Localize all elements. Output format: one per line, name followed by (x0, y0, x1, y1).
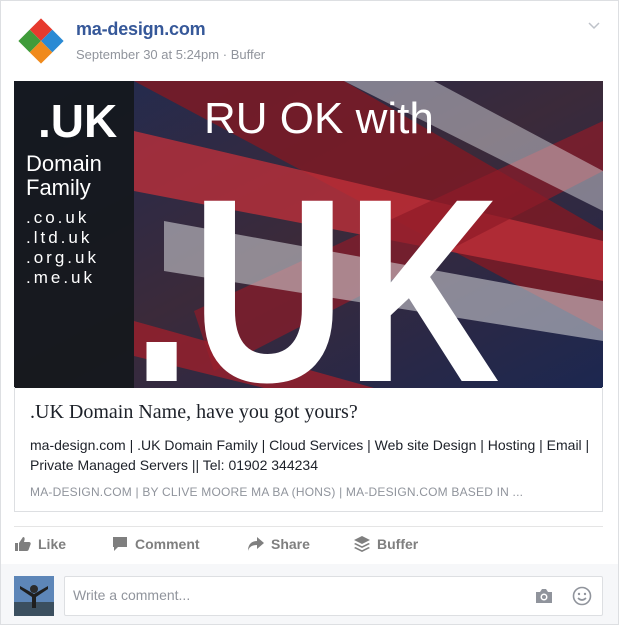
link-description: ma-design.com | .UK Domain Family | Clou… (30, 437, 590, 473)
comment-input[interactable] (71, 586, 515, 604)
hero-big-uk: .UK (132, 144, 500, 388)
link-preview-box[interactable]: .UK Domain Name, have you got yours? ma-… (14, 387, 603, 512)
buffer-button[interactable]: Buffer (353, 535, 418, 553)
hero-family-line2: Family (26, 175, 91, 200)
camera-icon[interactable] (534, 587, 554, 605)
emoji-icon[interactable] (572, 586, 592, 606)
hero-ext: .me.uk (26, 268, 95, 287)
hero-ext: .co.uk (26, 208, 89, 227)
hero-ext: .org.uk (26, 248, 99, 267)
hero-badge: .UK (38, 95, 117, 147)
page-name-link[interactable]: ma-design.com (76, 19, 206, 40)
post-via[interactable]: Buffer (231, 47, 265, 62)
user-avatar[interactable] (14, 576, 54, 616)
action-bar: Like Comment Share Buffer (14, 531, 603, 561)
hero-ext: .ltd.uk (26, 228, 92, 247)
comment-button[interactable]: Comment (111, 535, 200, 553)
like-button[interactable]: Like (14, 535, 66, 553)
post-meta: September 30 at 5:24pm · Buffer (76, 47, 265, 62)
share-button[interactable]: Share (247, 535, 310, 553)
comment-composer (1, 564, 618, 624)
comment-bubble-icon (113, 537, 127, 551)
buffer-label: Buffer (377, 536, 419, 552)
chevron-down-icon[interactable] (586, 17, 602, 33)
buffer-stack-icon (354, 536, 370, 552)
post-card: ma-design.com September 30 at 5:24pm · B… (0, 0, 619, 625)
post-timestamp[interactable]: September 30 at 5:24pm (76, 47, 219, 62)
comment-input-wrapper (64, 576, 603, 616)
divider (14, 526, 603, 527)
like-label: Like (38, 536, 67, 552)
share-label: Share (271, 536, 310, 552)
page-avatar-logo[interactable] (15, 15, 67, 67)
comment-label: Comment (135, 536, 200, 552)
share-arrow-icon (248, 537, 264, 551)
hero-headline: RU OK with (204, 94, 434, 143)
hero-family-line1: Domain (26, 151, 102, 176)
meta-separator: · (222, 47, 228, 62)
link-title[interactable]: .UK Domain Name, have you got yours? (30, 401, 358, 424)
thumbs-up-icon (15, 537, 31, 551)
link-preview-image[interactable]: .UK Domain Family .co.uk .ltd.uk .org.uk… (14, 81, 603, 388)
link-domain: MA-DESIGN.COM | BY CLIVE MOORE MA BA (HO… (30, 485, 524, 499)
